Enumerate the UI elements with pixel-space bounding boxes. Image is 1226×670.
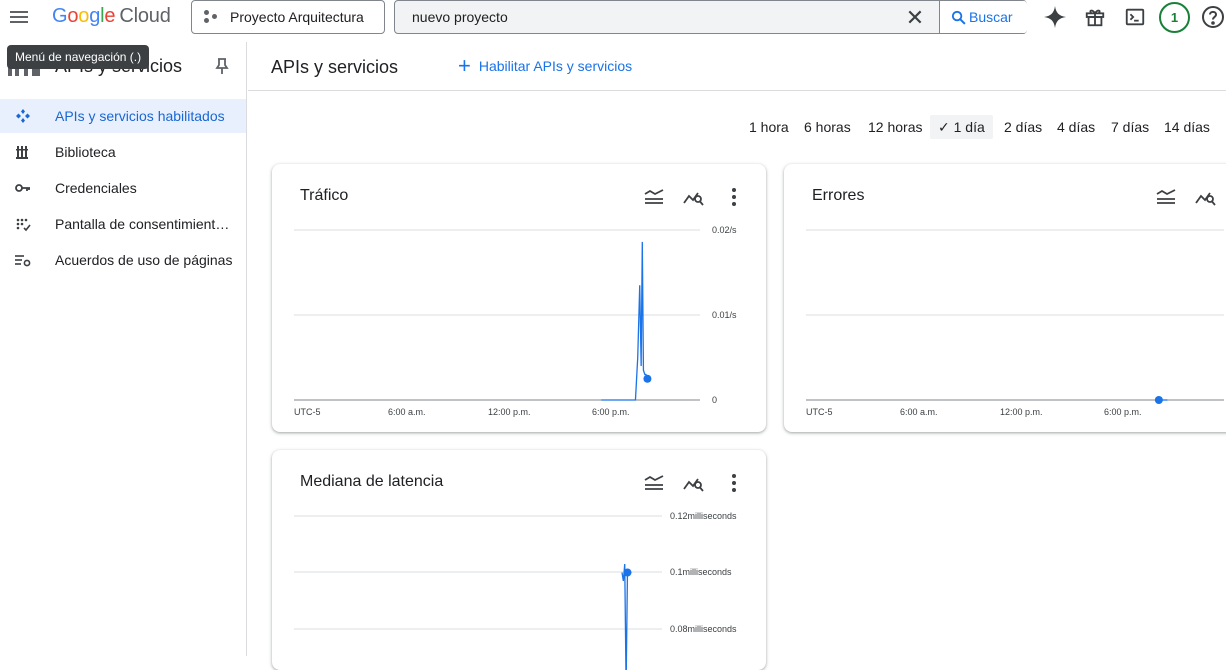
gift-icon[interactable]	[1081, 3, 1109, 31]
key-icon	[15, 184, 30, 192]
y-tick-label: 0	[712, 395, 717, 405]
sidebar-item-label: Biblioteca	[55, 144, 116, 160]
enable-apis-button[interactable]: + Habilitar APIs y servicios	[458, 53, 633, 78]
current-point-marker[interactable]	[643, 374, 652, 383]
menu-icon[interactable]	[8, 6, 30, 28]
gemini-sparkle-icon[interactable]	[1041, 3, 1069, 31]
range-1-hora[interactable]: 1 hora	[749, 115, 789, 139]
range-14-dias[interactable]: 14 días	[1164, 115, 1210, 139]
search-box: ✕ Buscar	[394, 0, 1027, 34]
library-icon	[16, 146, 28, 159]
range-6-horas[interactable]: 6 horas	[804, 115, 851, 139]
sidebar-item-credenciales[interactable]: Credenciales	[0, 171, 246, 205]
x-tick-label: 6:00 a.m.	[900, 407, 938, 417]
page-title: APIs y servicios	[271, 57, 399, 77]
range-1-dia-label: 1 día	[953, 119, 985, 135]
check-icon: ✓	[938, 119, 954, 135]
sidebar-item-label: Acuerdos de uso de páginas	[55, 252, 233, 268]
sidebar-item-apis-habilitados[interactable]: APIs y servicios habilitados	[0, 99, 246, 133]
google-cloud-logo[interactable]: Google Cloud	[52, 5, 171, 28]
y-tick-label: 0.1milliseconds	[670, 567, 732, 577]
sidebar-item-label: Pantalla de consentimiento de OAuth	[55, 216, 235, 232]
consent-screen-icon	[16, 218, 31, 232]
current-point-marker[interactable]	[1154, 396, 1163, 404]
y-tick-label: 0.12milliseconds	[670, 511, 737, 521]
x-tick-label: 12:00 p.m.	[488, 407, 531, 417]
search-icon	[951, 10, 966, 25]
project-icon	[204, 10, 218, 24]
help-icon[interactable]	[1199, 3, 1226, 31]
traffic-chart: 0.02/s 0.01/s 0 UTC-5 6:00 a.m. 12:00 p.…	[294, 225, 737, 417]
navigation-tooltip: Menú de navegación (.)	[7, 45, 150, 69]
api-diamond-icon	[16, 109, 30, 123]
x-tick-label: UTC-5	[294, 407, 321, 417]
search-button[interactable]: Buscar	[939, 1, 1027, 33]
plus-icon: +	[458, 53, 471, 78]
sidebar-item-label: APIs y servicios habilitados	[55, 108, 225, 124]
sidebar-item-label: Credenciales	[55, 180, 137, 196]
latency-chart: 0.12milliseconds 0.1milliseconds 0.08mil…	[294, 511, 737, 670]
range-4-dias[interactable]: 4 días	[1057, 115, 1095, 139]
y-tick-label: 0.02/s	[712, 225, 737, 235]
sidebar: APIs y servicios APIs y servicios habili…	[0, 42, 247, 656]
project-picker-button[interactable]: Proyecto Arquitectura	[191, 0, 385, 34]
search-input[interactable]	[395, 1, 895, 33]
sidebar-item-biblioteca[interactable]: Biblioteca	[0, 135, 246, 169]
page-usage-settings-icon	[15, 255, 31, 267]
y-tick-label: 0.01/s	[712, 310, 737, 320]
series-line	[601, 241, 649, 401]
traffic-card: Tráfico 0.02/s 0.01/s 0 UTC-5 6:00 a.m. …	[272, 164, 766, 432]
sidebar-item-consent-screen[interactable]: Pantalla de consentimiento de OAuth	[0, 207, 246, 241]
logo-product-text: Cloud	[119, 5, 171, 27]
range-7-dias[interactable]: 7 días	[1111, 115, 1149, 139]
x-tick-label: UTC-5	[806, 407, 833, 417]
y-tick-label: 0.08milliseconds	[670, 624, 737, 634]
range-1-dia[interactable]: ✓ 1 día	[930, 115, 993, 139]
current-point-marker[interactable]	[623, 568, 632, 577]
top-bar: GoogleCloud Proyecto Arquitectura ✕ Busc…	[0, 0, 1226, 36]
notifications-badge[interactable]: 1	[1159, 2, 1190, 33]
errors-card: Errores UTC-5 6:00 a.m. 12:00 p.m. 6:00 …	[784, 164, 1226, 432]
range-12-horas[interactable]: 12 horas	[868, 115, 922, 139]
main-header: APIs y servicios + Habilitar APIs y serv…	[248, 42, 1226, 91]
pin-icon[interactable]	[214, 57, 230, 75]
x-tick-label: 12:00 p.m.	[1000, 407, 1043, 417]
latency-card: Mediana de latencia 0.12milliseconds 0.1…	[272, 450, 766, 670]
enable-apis-label: Habilitar APIs y servicios	[478, 58, 633, 74]
project-name: Proyecto Arquitectura	[230, 9, 364, 25]
search-button-label: Buscar	[969, 9, 1013, 25]
range-2-dias[interactable]: 2 días	[1004, 115, 1042, 139]
clear-icon[interactable]: ✕	[901, 7, 929, 29]
x-tick-label: 6:00 a.m.	[388, 407, 426, 417]
errors-chart: UTC-5 6:00 a.m. 12:00 p.m. 6:00 p.m.	[806, 229, 1224, 417]
series-line	[621, 563, 629, 670]
cloud-shell-icon[interactable]	[1121, 3, 1149, 31]
x-tick-label: 6:00 p.m.	[1104, 407, 1142, 417]
sidebar-item-page-usage[interactable]: Acuerdos de uso de páginas	[0, 243, 246, 277]
x-tick-label: 6:00 p.m.	[592, 407, 630, 417]
